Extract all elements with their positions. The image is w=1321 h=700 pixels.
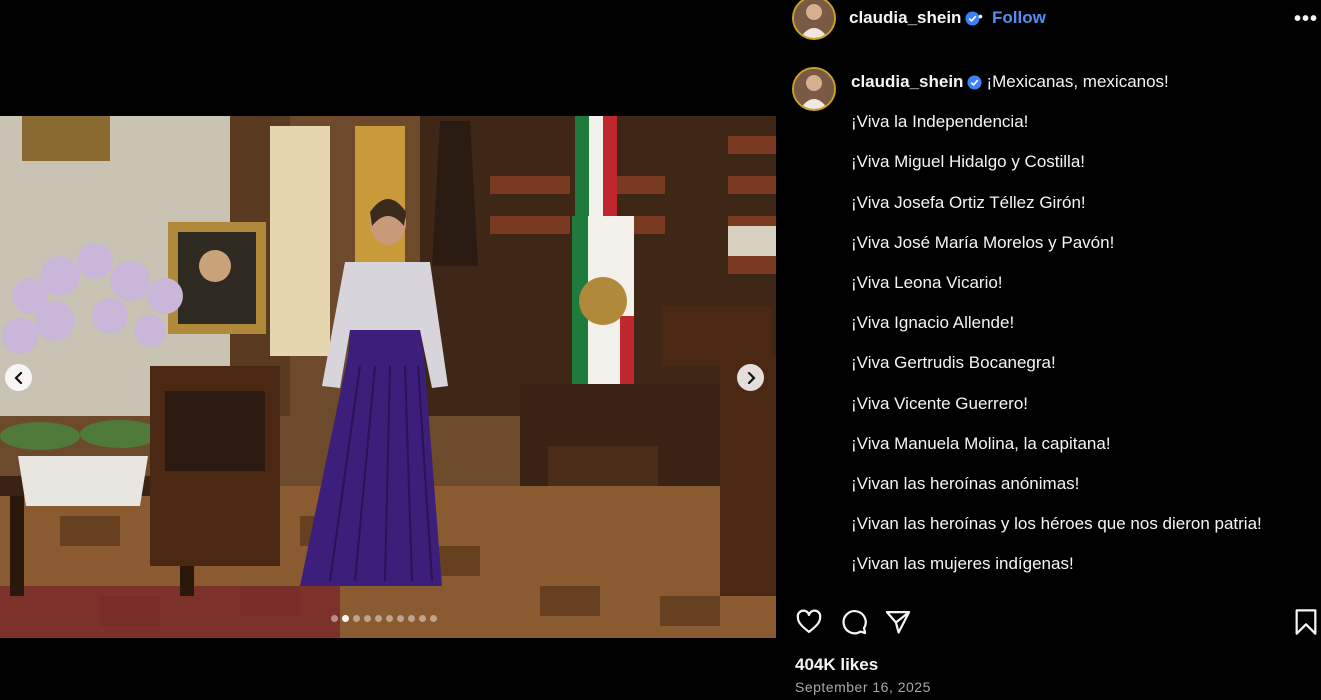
caption-line: ¡Viva Leona Vicario! — [851, 272, 1003, 292]
carousel-dot[interactable] — [375, 615, 382, 622]
bookmark-icon — [1295, 609, 1317, 635]
caption-line: ¡Viva Vicente Guerrero! — [851, 393, 1029, 413]
post-sidebar: claudia_shein • Follow ••• claudia_shein… — [776, 0, 1321, 700]
post-date: September 16, 2025 — [795, 679, 931, 695]
chevron-left-icon — [13, 371, 22, 384]
send-icon — [885, 610, 911, 634]
chevron-right-icon — [747, 371, 756, 384]
carousel-dot[interactable] — [364, 615, 371, 622]
caption-avatar[interactable] — [792, 67, 836, 111]
avatar[interactable] — [792, 0, 836, 40]
carousel-dot[interactable] — [430, 615, 437, 622]
caption-line: ¡Viva José María Morelos y Pavón! — [851, 232, 1115, 252]
verified-badge-icon — [967, 74, 982, 90]
office-scene-image — [0, 116, 776, 638]
caption-line: ¡Vivan las heroínas y los héroes que nos… — [851, 514, 1262, 534]
heart-icon — [796, 609, 822, 634]
like-button[interactable] — [795, 608, 823, 641]
caption-line: ¡Viva Miguel Hidalgo y Costilla! — [851, 152, 1086, 172]
caption-line: ¡Viva Manuela Molina, la capitana! — [851, 433, 1111, 453]
post-media — [0, 0, 776, 700]
caption-line: ¡Viva Josefa Ortiz Téllez Girón! — [851, 192, 1086, 212]
header-separator: • — [978, 8, 983, 24]
comment-icon — [842, 610, 867, 635]
carousel-dot[interactable] — [353, 615, 360, 622]
post-caption: claudia_shein ¡Mexicanas, mexicanos! ¡Vi… — [851, 71, 1306, 575]
carousel-dot[interactable] — [419, 615, 426, 622]
caption-line: ¡Vivan las mujeres indígenas! — [851, 554, 1074, 574]
post-header: claudia_shein • Follow ••• — [776, 0, 1321, 40]
previous-slide-button[interactable] — [5, 364, 32, 391]
caption-line: ¡Viva Ignacio Allende! — [851, 313, 1015, 333]
profile-photo — [794, 69, 834, 109]
share-button[interactable] — [884, 608, 912, 641]
carousel-dot[interactable] — [408, 615, 415, 622]
caption-line: ¡Vivan las heroínas anónimas! — [851, 473, 1080, 493]
caption-line: ¡Viva la Independencia! — [851, 112, 1029, 132]
caption-first-line: ¡Mexicanas, mexicanos! — [986, 72, 1169, 91]
carousel-dot[interactable] — [397, 615, 404, 622]
profile-photo — [794, 0, 834, 38]
like-count[interactable]: 404K likes — [795, 655, 878, 675]
next-slide-button[interactable] — [737, 364, 764, 391]
post-photo[interactable] — [0, 116, 776, 638]
carousel-dot[interactable] — [342, 615, 349, 622]
save-button[interactable] — [1294, 608, 1318, 641]
comment-button[interactable] — [840, 608, 868, 641]
carousel-dot[interactable] — [386, 615, 393, 622]
caption-username[interactable]: claudia_shein — [851, 72, 963, 92]
follow-button[interactable]: Follow — [992, 8, 1046, 28]
header-username[interactable]: claudia_shein — [849, 8, 961, 28]
carousel-dot[interactable] — [331, 615, 338, 622]
post-actions — [776, 608, 1321, 640]
more-options-button[interactable]: ••• — [1294, 8, 1318, 31]
carousel-dots — [331, 615, 437, 622]
caption-line: ¡Viva Gertrudis Bocanegra! — [851, 353, 1056, 373]
